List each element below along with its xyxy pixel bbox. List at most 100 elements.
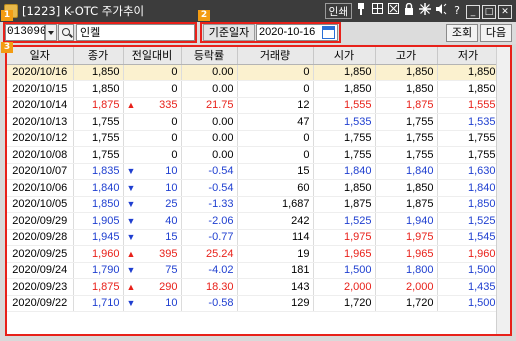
cell-close: 1,755 bbox=[73, 146, 124, 164]
grid-icon[interactable] bbox=[370, 3, 384, 19]
up-arrow-icon: ▲ bbox=[126, 100, 136, 111]
calendar-icon[interactable] bbox=[322, 26, 335, 39]
cell-close: 1,850 bbox=[73, 196, 124, 213]
window-title: [1223] K-OTC 주가추이 bbox=[22, 4, 145, 18]
table-row[interactable]: 2020/09/23 1,875 ▲ 290 18.30 143 2,000 2,000 1,4… bbox=[7, 278, 500, 296]
lock-icon[interactable] bbox=[402, 2, 416, 19]
table-row[interactable]: 2020/10/16 1,850 0 0.00 0 1,850 1,850 1,850 bbox=[7, 64, 500, 81]
down-arrow-icon: ▼ bbox=[126, 265, 136, 276]
cell-rate: 0.00 bbox=[181, 80, 238, 98]
table-row[interactable]: 2020/10/06 1,840 ▼ 10 -0.54 60 1,850 1,850 1,840 bbox=[7, 179, 500, 197]
cell-high: 1,720 bbox=[375, 295, 438, 312]
change-value: 40 bbox=[165, 214, 178, 227]
search-icon[interactable] bbox=[58, 24, 74, 41]
cell-change: 0 bbox=[123, 113, 182, 131]
table-row[interactable]: 2020/09/25 1,960 ▲ 395 25.24 19 1,965 1,965 1,96… bbox=[7, 245, 500, 263]
cell-open: 1,850 bbox=[313, 179, 376, 197]
cell-volume: 129 bbox=[237, 295, 314, 312]
table-row[interactable]: 2020/10/15 1,850 0 0.00 0 1,850 1,850 1,850 bbox=[7, 80, 500, 98]
column-header-high[interactable]: 고가 bbox=[375, 47, 438, 65]
table-row[interactable]: 2020/10/08 1,755 0 0.00 0 1,755 1,755 1,755 bbox=[7, 146, 500, 164]
column-header-rate[interactable]: 등락률 bbox=[181, 47, 238, 65]
cell-change: 0 bbox=[123, 64, 182, 81]
title-bar-controls: 인쇄 ? _ □ ✕ bbox=[324, 2, 512, 20]
column-header-low[interactable]: 저가 bbox=[437, 47, 500, 65]
pin-icon[interactable] bbox=[354, 3, 368, 19]
query-button[interactable]: 조회 bbox=[446, 24, 478, 42]
cell-close: 1,960 bbox=[73, 245, 124, 263]
cell-high: 1,755 bbox=[375, 146, 438, 164]
cell-volume: 1,687 bbox=[237, 196, 314, 213]
column-header-close[interactable]: 종가 bbox=[73, 47, 124, 65]
down-arrow-icon: ▼ bbox=[126, 166, 136, 177]
cell-low: 1,525 bbox=[437, 212, 500, 230]
cell-low: 1,850 bbox=[437, 196, 500, 213]
vertical-scrollbar[interactable] bbox=[496, 47, 510, 334]
next-button[interactable]: 다음 bbox=[480, 24, 512, 42]
table-row[interactable]: 2020/10/05 1,850 ▼ 25 -1.33 1,687 1,875 1,875 1,… bbox=[7, 196, 500, 213]
cell-close: 1,850 bbox=[73, 64, 124, 81]
cell-high: 1,965 bbox=[375, 245, 438, 263]
column-header-open[interactable]: 시가 bbox=[313, 47, 376, 65]
cell-close: 1,840 bbox=[73, 179, 124, 197]
cell-low: 1,850 bbox=[437, 80, 500, 98]
cell-high: 1,940 bbox=[375, 212, 438, 230]
minimize-icon[interactable]: _ bbox=[466, 4, 480, 19]
maximize-icon[interactable]: □ bbox=[482, 4, 496, 19]
cell-rate: 0.00 bbox=[181, 146, 238, 164]
change-value: 15 bbox=[165, 231, 178, 244]
cell-change: ▼ 25 bbox=[123, 196, 182, 213]
down-arrow-icon: ▼ bbox=[126, 199, 136, 210]
chevron-down-icon[interactable] bbox=[45, 24, 57, 41]
change-value: 395 bbox=[159, 247, 178, 260]
close-box-icon[interactable] bbox=[386, 3, 400, 19]
sound-icon[interactable] bbox=[434, 3, 448, 19]
close-icon[interactable]: ✕ bbox=[498, 4, 512, 19]
annotation-badge-2: 2 bbox=[198, 10, 210, 21]
change-value: 0 bbox=[171, 115, 178, 128]
column-header-date[interactable]: 일자 bbox=[7, 47, 74, 65]
cell-change: 0 bbox=[123, 130, 182, 147]
cell-low: 1,500 bbox=[437, 262, 500, 279]
change-value: 25 bbox=[165, 198, 178, 211]
cell-high: 1,850 bbox=[375, 64, 438, 81]
cell-volume: 0 bbox=[237, 146, 314, 164]
table-row[interactable]: 2020/09/28 1,945 ▼ 15 -0.77 114 1,975 1,975 1,54… bbox=[7, 229, 500, 246]
cell-open: 1,840 bbox=[313, 163, 376, 180]
table-row[interactable]: 2020/09/22 1,710 ▼ 10 -0.58 129 1,720 1,720 1,50… bbox=[7, 295, 500, 312]
stock-code-input[interactable]: 013090 bbox=[5, 24, 47, 41]
cell-date: 2020/09/29 bbox=[7, 212, 74, 230]
column-header-volume[interactable]: 거래량 bbox=[237, 47, 314, 65]
cell-volume: 12 bbox=[237, 97, 314, 114]
cell-rate: -4.02 bbox=[181, 262, 238, 279]
cell-low: 1,535 bbox=[437, 113, 500, 131]
cell-rate: 25.24 bbox=[181, 245, 238, 263]
stock-name-field: 인켈 bbox=[76, 24, 195, 41]
cell-change: ▲ 335 bbox=[123, 97, 182, 114]
table-row[interactable]: 2020/10/07 1,835 ▼ 10 -0.54 15 1,840 1,840 1,630 bbox=[7, 163, 500, 180]
cell-volume: 114 bbox=[237, 229, 314, 246]
help-icon[interactable]: ? bbox=[450, 3, 464, 19]
change-value: 10 bbox=[165, 165, 178, 178]
settings-icon[interactable] bbox=[418, 3, 432, 19]
column-header-change[interactable]: 전일대비 bbox=[123, 47, 182, 65]
date-filter-label: 기준일자 bbox=[203, 24, 255, 41]
table-row[interactable]: 2020/10/12 1,755 0 0.00 0 1,755 1,755 1,755 bbox=[7, 130, 500, 147]
cell-rate: 18.30 bbox=[181, 278, 238, 296]
cell-open: 1,755 bbox=[313, 146, 376, 164]
table-header-row: 일자 종가 전일대비 등락률 거래량 시가 고가 저가 bbox=[7, 47, 500, 65]
table-row[interactable]: 2020/09/24 1,790 ▼ 75 -4.02 181 1,500 1,800 1,50… bbox=[7, 262, 500, 279]
table-row[interactable]: 2020/10/13 1,755 0 0.00 47 1,535 1,755 1,535 bbox=[7, 113, 500, 131]
cell-date: 2020/09/24 bbox=[7, 262, 74, 279]
print-link[interactable]: 인쇄 bbox=[324, 3, 352, 19]
cell-rate: -1.33 bbox=[181, 196, 238, 213]
cell-open: 1,875 bbox=[313, 196, 376, 213]
cell-date: 2020/10/07 bbox=[7, 163, 74, 180]
table-row[interactable]: 2020/10/14 1,875 ▲ 335 21.75 12 1,555 1,875 1,55… bbox=[7, 97, 500, 114]
annotation-badge-1: 1 bbox=[1, 10, 13, 21]
cell-open: 1,720 bbox=[313, 295, 376, 312]
cell-high: 1,850 bbox=[375, 80, 438, 98]
table-row[interactable]: 2020/09/29 1,905 ▼ 40 -2.06 242 1,525 1,940 1,52… bbox=[7, 212, 500, 230]
up-arrow-icon: ▲ bbox=[126, 248, 136, 259]
cell-rate: -0.77 bbox=[181, 229, 238, 246]
